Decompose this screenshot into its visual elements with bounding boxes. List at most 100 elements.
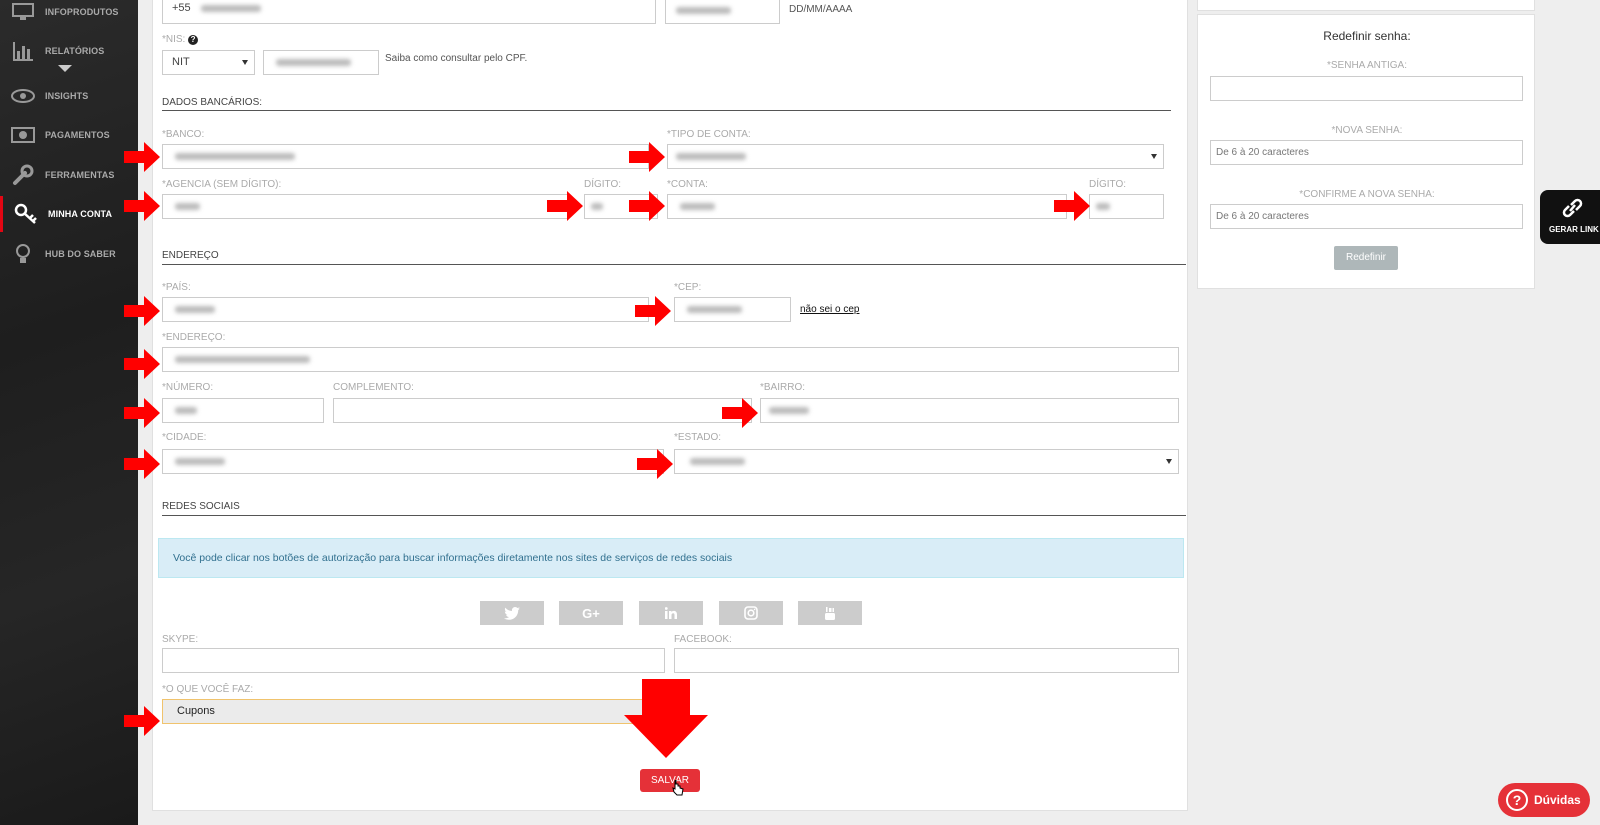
agencia-label: *AGENCIA (SEM DÍGITO): (162, 179, 282, 190)
chevron-down-icon (242, 60, 248, 65)
divider (162, 110, 1171, 111)
sidebar-item-pagamentos[interactable]: PAGAMENTOS (0, 117, 138, 153)
phone-field[interactable]: +55 (162, 0, 656, 24)
blurred-value (591, 203, 603, 210)
annotation-arrow-icon (635, 296, 671, 326)
blurred-value (175, 306, 215, 313)
annotation-arrow-icon (629, 191, 665, 221)
blurred-value (175, 356, 310, 363)
tipo-conta-select[interactable] (667, 144, 1164, 169)
reset-password-title: Redefinir senha: (1323, 29, 1411, 43)
sidebar-item-label: INFOPRODUTOS (45, 7, 119, 17)
sidebar-item-label: INSIGHTS (45, 91, 89, 101)
social-section-title: REDES SOCIAIS (162, 501, 240, 512)
sidebar-item-label: RELATÓRIOS (45, 46, 105, 56)
annotation-arrow-icon (722, 398, 758, 428)
blurred-value (276, 59, 351, 66)
conta-label: *CONTA: (667, 179, 708, 190)
oque-voce-faz-field[interactable]: Cupons (162, 699, 649, 724)
skype-field[interactable] (162, 648, 665, 673)
confirm-password-label: *CONFIRME A NOVA SENHA: (1299, 189, 1435, 200)
tipo-conta-label: *TIPO DE CONTA: (667, 129, 751, 140)
annotation-arrow-icon (124, 398, 160, 428)
nis-type-value: NIT (172, 56, 190, 68)
cep-help-link[interactable]: não sei o cep (800, 304, 860, 315)
date-format-hint: DD/MM/AAAA (789, 4, 853, 15)
wrench-icon (11, 163, 35, 187)
estado-label: *ESTADO: (674, 432, 722, 443)
banco-field[interactable] (162, 144, 649, 169)
sidebar-item-insights[interactable]: INSIGHTS (0, 78, 138, 114)
pais-field[interactable] (162, 297, 649, 322)
blurred-value (1096, 203, 1110, 210)
nis-label: *NIS: ? (162, 34, 199, 45)
blurred-value (680, 203, 715, 210)
blurred-value (690, 458, 745, 465)
oque-voce-faz-label: *O QUE VOCÊ FAZ: (162, 684, 254, 695)
annotation-arrow-down-icon (624, 679, 708, 758)
conta-field[interactable] (667, 194, 1067, 219)
blurred-value (201, 5, 261, 12)
cep-field[interactable] (674, 297, 791, 322)
facebook-field[interactable] (674, 648, 1179, 673)
cidade-label: *CIDADE: (162, 432, 207, 443)
nis-field[interactable] (263, 50, 379, 75)
blurred-value (175, 203, 200, 210)
annotation-arrow-icon (629, 142, 665, 172)
nis-type-select[interactable]: NIT (162, 50, 255, 75)
estado-select[interactable] (674, 449, 1179, 474)
help-icon[interactable]: ? (188, 35, 199, 45)
gerar-link-button[interactable]: GERAR LINK (1540, 190, 1600, 244)
bairro-field[interactable] (760, 398, 1179, 423)
bar-chart-icon (11, 39, 35, 63)
sidebar-item-ferramentas[interactable]: FERRAMENTAS (0, 157, 138, 193)
numero-field[interactable] (162, 398, 324, 423)
address-section-title: ENDEREÇO (162, 250, 219, 261)
duvidas-button[interactable]: ? Dúvidas (1498, 783, 1590, 817)
annotation-arrow-icon (124, 142, 160, 172)
endereco-field[interactable] (162, 347, 1179, 372)
sidebar-item-label: PAGAMENTOS (45, 130, 110, 140)
chevron-down-icon (1151, 154, 1157, 159)
lightbulb-icon (11, 242, 35, 266)
confirm-password-field[interactable]: De 6 à 20 caracteres (1210, 204, 1523, 229)
divider (162, 264, 1186, 265)
save-button[interactable]: SALVAR (640, 769, 700, 792)
sidebar-item-relatorios[interactable]: RELATÓRIOS (0, 33, 138, 69)
conta-digito-field[interactable] (1089, 194, 1164, 219)
old-password-field[interactable] (1210, 76, 1523, 101)
blurred-value (769, 407, 809, 414)
chevron-down-icon[interactable] (58, 65, 72, 72)
instagram-button[interactable] (719, 601, 783, 625)
nis-hint: Saiba como consultar pelo CPF. (385, 53, 528, 64)
annotation-arrow-icon (124, 449, 160, 479)
birthdate-field[interactable] (665, 0, 780, 24)
youtube-button[interactable] (798, 601, 862, 625)
google-plus-icon: G+ (582, 605, 600, 621)
linkedin-icon (665, 607, 677, 619)
blurred-value (175, 153, 295, 160)
bank-section-title: DADOS BANCÁRIOS: (162, 97, 263, 108)
redefinir-button[interactable]: Redefinir (1334, 246, 1398, 270)
cidade-field[interactable] (162, 449, 664, 474)
cep-label: *CEP: (674, 282, 702, 293)
google-plus-button[interactable]: G+ (559, 601, 623, 625)
sidebar-item-minha-conta[interactable]: MINHA CONTA (0, 196, 138, 232)
agencia-digito-label: DÍGITO: (584, 179, 622, 190)
new-password-field[interactable]: De 6 à 20 caracteres (1210, 140, 1523, 165)
sidebar-item-hub-do-saber[interactable]: HUB DO SABER (0, 236, 138, 272)
twitter-button[interactable] (480, 601, 544, 625)
blurred-value (687, 306, 742, 313)
complemento-field[interactable] (333, 398, 752, 423)
linkedin-button[interactable] (639, 601, 703, 625)
sidebar-item-infoprodutos[interactable]: INFOPRODUTOS (0, 0, 138, 30)
agencia-field[interactable] (162, 194, 568, 219)
question-icon: ? (1506, 789, 1528, 811)
right-panel-top (1197, 0, 1535, 11)
social-info-alert: Você pode clicar nos botões de autorizaç… (158, 538, 1184, 578)
sidebar: INFOPRODUTOS RELATÓRIOS INSIGHTS PAGAMEN… (0, 0, 138, 825)
complemento-label: COMPLEMENTO: (333, 382, 414, 393)
annotation-arrow-icon (124, 706, 160, 736)
old-password-label: *SENHA ANTIGA: (1326, 60, 1408, 71)
annotation-arrow-icon (124, 349, 160, 379)
